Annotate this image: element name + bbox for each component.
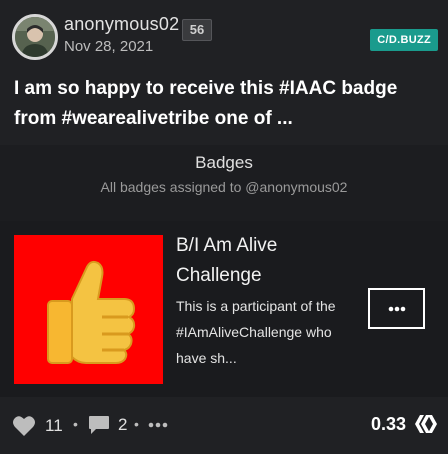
badge-description: This is a participant of the #IAmAliveCh… — [176, 298, 336, 366]
embed-subheading: All badges assigned to @anonymous02 — [100, 179, 348, 195]
author-avatar[interactable] — [12, 14, 58, 60]
ellipsis-icon — [388, 306, 405, 311]
post-header: anonymous02 56 Nov 28, 2021 C/D.BUZZ — [0, 0, 448, 70]
post-title[interactable]: I am so happy to receive this #IAAC badg… — [14, 74, 434, 134]
author-name[interactable]: anonymous02 — [64, 14, 179, 35]
payout-value[interactable]: 0.33 — [371, 414, 406, 435]
reputation-badge: 56 — [182, 19, 212, 41]
badge-card[interactable]: B/I Am Alive Challenge This is a partici… — [0, 221, 448, 397]
badge-name: B/I Am Alive Challenge — [176, 235, 278, 286]
heart-icon — [13, 416, 35, 436]
more-options-button[interactable] — [148, 422, 168, 428]
embed-heading: Badges — [195, 153, 253, 172]
post-card: anonymous02 56 Nov 28, 2021 C/D.BUZZ I a… — [0, 0, 448, 454]
thumbs-up-emoji — [47, 260, 136, 364]
comment-icon — [89, 416, 109, 434]
embed-preview[interactable]: Badges All badges assigned to @anonymous… — [0, 145, 448, 397]
separator-dot: • — [73, 416, 78, 432]
embed-more-button[interactable] — [368, 288, 425, 329]
more-dots-icon — [148, 422, 168, 428]
comment-count: 2 — [118, 415, 128, 434]
badge-image — [14, 235, 163, 384]
hive-logo-icon — [415, 415, 437, 433]
like-button[interactable]: 11 — [12, 415, 63, 437]
separator-dot: • — [134, 416, 139, 432]
comment-button[interactable]: 2 — [88, 415, 127, 435]
post-date[interactable]: Nov 28, 2021 — [64, 38, 153, 55]
community-tag[interactable]: C/D.BUZZ — [370, 29, 438, 51]
like-count: 11 — [45, 416, 63, 435]
post-footer: 11 • 2 • 0.33 — [0, 397, 448, 454]
